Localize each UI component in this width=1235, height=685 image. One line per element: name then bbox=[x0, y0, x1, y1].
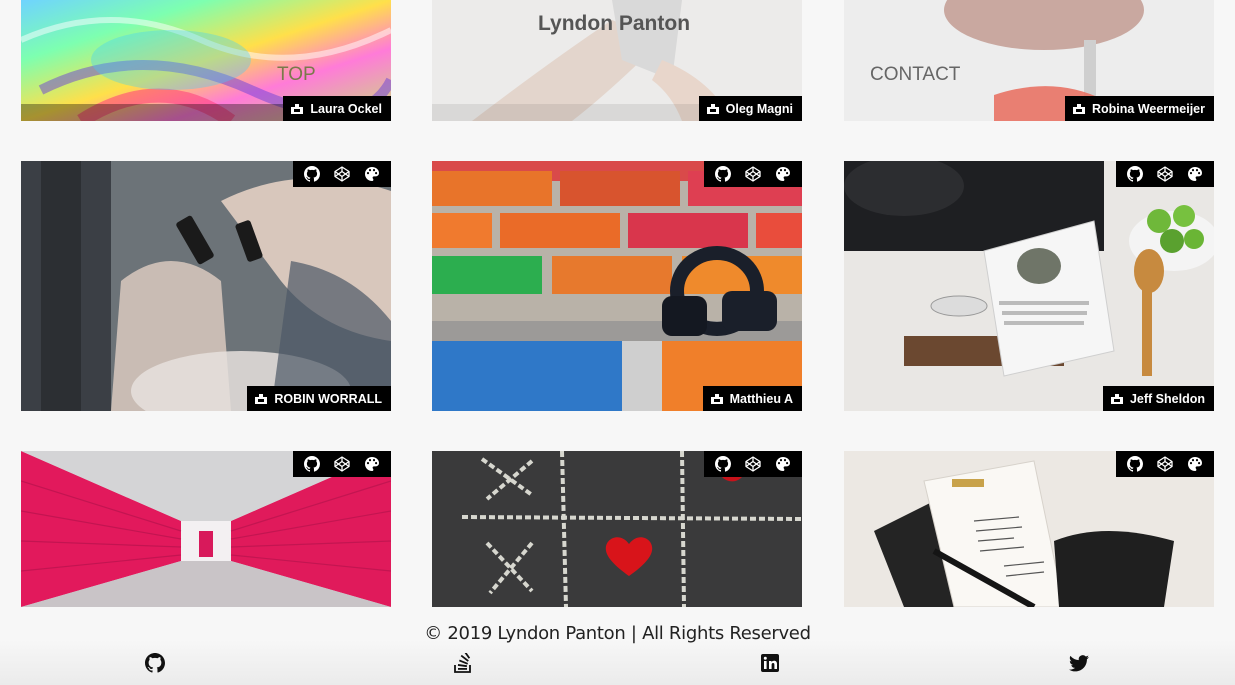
photo-tile-storage[interactable] bbox=[21, 451, 391, 607]
photo-credit-laura-ockel[interactable]: Laura Ockel bbox=[283, 96, 391, 121]
photo-credit-jeff-sheldon[interactable]: Jeff Sheldon bbox=[1102, 386, 1214, 411]
palette-icon[interactable] bbox=[774, 165, 792, 183]
codepen-icon[interactable] bbox=[1156, 455, 1174, 473]
codepen-icon[interactable] bbox=[744, 165, 762, 183]
github-icon[interactable] bbox=[1126, 455, 1144, 473]
photo-tile-tictactoe[interactable] bbox=[432, 451, 802, 607]
camera-icon bbox=[711, 393, 723, 405]
photo-tile-phones[interactable]: ROBIN WORRALL bbox=[21, 161, 391, 411]
codepen-icon[interactable] bbox=[744, 455, 762, 473]
tile-links bbox=[293, 161, 391, 187]
codepen-icon[interactable] bbox=[333, 455, 351, 473]
photo-tile-ipad[interactable]: Jeff Sheldon bbox=[844, 161, 1214, 411]
photo-credit-name: Jeff Sheldon bbox=[1129, 391, 1205, 406]
palette-icon[interactable] bbox=[363, 165, 381, 183]
photo-credit-name: Oleg Magni bbox=[725, 101, 793, 116]
github-icon[interactable] bbox=[303, 165, 321, 183]
photo-credit-matthieu-a[interactable]: Matthieu A bbox=[702, 386, 802, 411]
linkedin-icon[interactable] bbox=[759, 652, 781, 674]
brand-title[interactable]: Lyndon Panton bbox=[538, 12, 690, 36]
photo-tile-headphones[interactable]: Matthieu A bbox=[432, 161, 802, 411]
twitter-icon[interactable] bbox=[1068, 652, 1090, 674]
tile-links bbox=[704, 161, 802, 187]
photo-credit-name: Robina Weermeijer bbox=[1091, 101, 1205, 116]
copyright-text: © 2019 Lyndon Panton | All Rights Reserv… bbox=[424, 623, 811, 644]
photo-credit-name: ROBIN WORRALL bbox=[274, 391, 382, 406]
camera-icon bbox=[707, 103, 719, 115]
tile-links bbox=[1116, 451, 1214, 477]
photo-credit-oleg-magni[interactable]: Oleg Magni bbox=[698, 96, 802, 121]
tile-links bbox=[293, 451, 391, 477]
camera-icon bbox=[1073, 103, 1085, 115]
github-icon[interactable] bbox=[1126, 165, 1144, 183]
photo-credit-name: Laura Ockel bbox=[310, 101, 382, 116]
photo-credit-robina-weermeijer[interactable]: Robina Weermeijer bbox=[1064, 96, 1214, 121]
codepen-icon[interactable] bbox=[333, 165, 351, 183]
photo-credit-name: Matthieu A bbox=[729, 391, 793, 406]
github-icon[interactable] bbox=[714, 165, 732, 183]
tile-links bbox=[704, 451, 802, 477]
photo-credit-robin-worrall[interactable]: ROBIN WORRALL bbox=[247, 386, 391, 411]
github-icon[interactable] bbox=[144, 652, 166, 674]
top-link[interactable]: TOP bbox=[277, 64, 316, 86]
people-using-phones-photo bbox=[21, 161, 391, 411]
palette-icon[interactable] bbox=[1186, 165, 1204, 183]
contact-link[interactable]: CONTACT bbox=[870, 64, 960, 86]
photo-tile-brain[interactable]: CONTACT Robina Weermeijer bbox=[844, 0, 1214, 121]
palette-icon[interactable] bbox=[1186, 455, 1204, 473]
palette-icon[interactable] bbox=[774, 455, 792, 473]
footer-shade bbox=[0, 640, 1235, 685]
camera-icon bbox=[1111, 393, 1123, 405]
palette-icon[interactable] bbox=[363, 455, 381, 473]
camera-icon bbox=[291, 103, 303, 115]
tile-links bbox=[1116, 161, 1214, 187]
camera-icon bbox=[255, 393, 267, 405]
github-icon[interactable] bbox=[714, 455, 732, 473]
photo-tile-hands[interactable]: Lyndon Panton Oleg Magni bbox=[432, 0, 802, 121]
github-icon[interactable] bbox=[303, 455, 321, 473]
photo-tile-rose[interactable]: TOP Laura Ockel bbox=[21, 0, 391, 121]
ipad-recipe-kitchen-photo bbox=[844, 161, 1214, 411]
headphones-on-colored-bricks-photo bbox=[432, 161, 802, 411]
photo-tile-clipboard[interactable] bbox=[844, 451, 1214, 607]
codepen-icon[interactable] bbox=[1156, 165, 1174, 183]
stackoverflow-icon[interactable] bbox=[452, 652, 474, 674]
